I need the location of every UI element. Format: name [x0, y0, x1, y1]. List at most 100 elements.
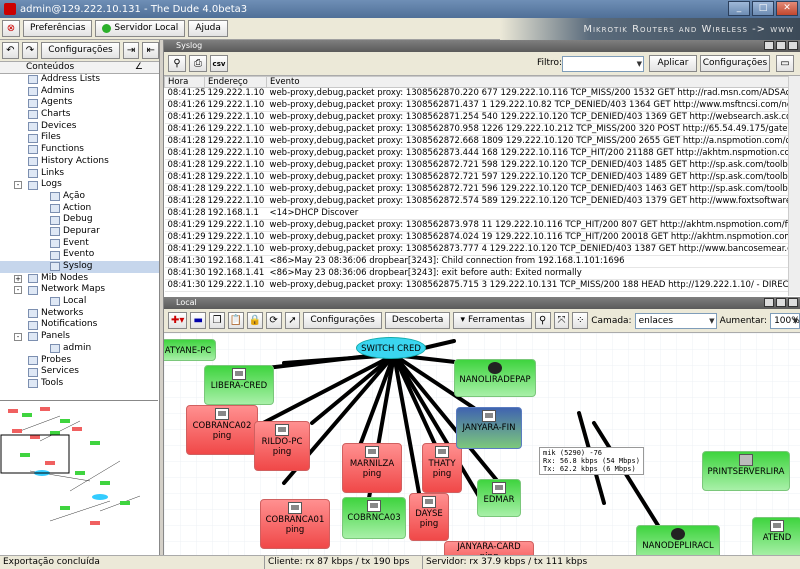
tree-item[interactable]: + Mib Nodes — [0, 273, 159, 285]
column-header[interactable]: Endereço — [204, 76, 267, 88]
tree-item[interactable]: Charts — [0, 109, 159, 121]
tree-expander-icon[interactable]: - — [14, 181, 22, 190]
tree-item[interactable]: Address Lists — [0, 74, 159, 86]
libera-cred-node[interactable]: LIBERA-CRED — [204, 365, 274, 405]
layer-select[interactable]: enlaces — [634, 312, 717, 329]
tree-item[interactable]: Debug — [0, 214, 159, 226]
zoom-select[interactable]: 100% — [770, 312, 800, 329]
paste-icon[interactable]: 📋 — [227, 312, 244, 329]
map-canvas[interactable]: SWITCH CRED ATYANE-PC LIBERA-CRED COBRAN… — [164, 333, 800, 555]
column-header[interactable]: Hora — [164, 76, 205, 88]
local-restore-button[interactable] — [764, 298, 774, 307]
pointer-icon[interactable]: ➚ — [284, 312, 301, 329]
columns-menu-icon[interactable]: ▭ — [776, 55, 794, 72]
fit-icon[interactable]: ⤧ — [553, 312, 570, 329]
table-row[interactable]: 08:41:28 129.222.1.10 web-proxy,debug,pack… — [164, 135, 800, 148]
arrange-icon[interactable]: ⁘ — [572, 312, 589, 329]
tree-item[interactable]: Files — [0, 132, 159, 144]
tree-item[interactable]: Syslog — [0, 261, 159, 273]
tree-item[interactable]: Notifications — [0, 319, 159, 331]
tree-item[interactable]: Functions — [0, 144, 159, 156]
nanodepliracl-node[interactable]: NANODEPLIRACL — [636, 525, 720, 555]
rildo-pc-node[interactable]: RILDO-PC ping — [254, 421, 310, 471]
csv-icon[interactable]: csv — [210, 55, 228, 72]
tree-item[interactable]: Services — [0, 366, 159, 378]
janyara-fin-node[interactable]: JANYARA-FIN — [456, 407, 522, 449]
tree-item[interactable]: Devices — [0, 121, 159, 133]
table-row[interactable]: 08:41:25 129.222.1.10 web-proxy,debug,pack… — [164, 87, 800, 100]
tree-item[interactable]: - Panels — [0, 331, 159, 343]
table-row[interactable]: 08:41:26 129.222.1.10 web-proxy,debug,pack… — [164, 111, 800, 124]
apply-button[interactable]: Aplicar — [649, 55, 697, 72]
table-row[interactable]: 08:41:29 129.222.1.10 web-proxy,debug,pack… — [164, 219, 800, 232]
tree-item[interactable]: - Network Maps — [0, 284, 159, 296]
table-row[interactable]: 08:41:30 192.168.1.41 <86>May 23 08:36:06 … — [164, 255, 800, 268]
discover-button[interactable]: Descoberta — [384, 312, 451, 329]
cobrnca03-node[interactable]: COBRNCA03 — [342, 497, 406, 539]
local-maximize-button[interactable] — [776, 298, 786, 307]
nanoliradepap-node[interactable]: NANOLIRADEPAP — [454, 359, 536, 397]
tree-item[interactable]: Depurar — [0, 226, 159, 238]
tree-item[interactable]: Local — [0, 296, 159, 308]
tree-item[interactable]: History Actions — [0, 156, 159, 168]
import-icon[interactable]: ⇥ — [122, 42, 140, 59]
tree-item[interactable]: Admins — [0, 86, 159, 98]
close-button[interactable]: ✕ — [776, 1, 798, 16]
table-row[interactable]: 08:41:28 129.222.1.10 web-proxy,debug,pack… — [164, 183, 800, 196]
syslog-scrollbar[interactable] — [788, 76, 800, 296]
tools-dropdown[interactable]: ▾ Ferramentas — [453, 312, 532, 329]
export-icon[interactable]: ⇤ — [142, 42, 159, 59]
contents-config-button[interactable]: Configurações — [41, 42, 120, 59]
sort-icon[interactable]: ∠ — [135, 62, 143, 73]
table-row[interactable]: 08:41:28 129.222.1.10 web-proxy,debug,pack… — [164, 159, 800, 172]
syslog-config-button[interactable]: Configurações — [700, 55, 770, 72]
edmar-node[interactable]: EDMAR — [477, 479, 521, 517]
binoculars-icon[interactable]: ⚲ — [168, 55, 186, 72]
printserverlira-node[interactable]: PRINTSERVERLIRA — [702, 451, 790, 491]
back-icon[interactable]: ↶ — [2, 42, 19, 59]
preferences-button[interactable]: Preferências — [23, 20, 93, 37]
tree-expander-icon[interactable]: - — [14, 286, 22, 295]
column-header[interactable]: Evento — [266, 76, 800, 88]
table-row[interactable]: 08:41:26 129.222.1.10 web-proxy,debug,pack… — [164, 99, 800, 112]
table-row[interactable]: 08:41:29 129.222.1.10 web-proxy,debug,pack… — [164, 231, 800, 244]
syslog-restore-button[interactable] — [764, 41, 774, 50]
tree-expander-icon[interactable]: + — [14, 274, 22, 283]
marnilza-node[interactable]: MARNILZA ping — [342, 443, 402, 493]
local-close-button[interactable] — [788, 298, 798, 307]
table-row[interactable]: 08:41:30 129.222.1.10 web-proxy,debug,pack… — [164, 279, 800, 292]
maximize-button[interactable]: □ — [752, 1, 774, 16]
tree-item[interactable]: Networks — [0, 308, 159, 320]
local-server-button[interactable]: Servidor Local — [95, 20, 186, 37]
remove-icon[interactable]: ▬ — [190, 312, 207, 329]
disconnect-icon[interactable]: ⊗ — [2, 20, 20, 37]
tree-expander-icon[interactable]: - — [14, 332, 22, 341]
cobranca02-node[interactable]: COBRANCA02 ping — [186, 405, 258, 455]
janyara-card-node[interactable]: JANYARA-CARD ping — [444, 541, 534, 555]
add-icon[interactable]: ✚▾ — [168, 312, 188, 329]
tree-item[interactable]: Tools — [0, 378, 159, 390]
table-row[interactable]: 08:41:26 129.222.1.10 web-proxy,debug,pack… — [164, 123, 800, 136]
table-row[interactable]: 08:41:28 192.168.1.1 <14>DHCP Discover — [164, 207, 800, 220]
switch-cred-node[interactable]: SWITCH CRED — [356, 337, 426, 359]
map-minimap[interactable] — [0, 400, 158, 553]
tree-item[interactable]: Event — [0, 238, 159, 250]
refresh-icon[interactable]: ⟳ — [265, 312, 282, 329]
table-row[interactable]: 08:41:28 129.222.1.10 web-proxy,debug,pack… — [164, 195, 800, 208]
help-button[interactable]: Ajuda — [188, 20, 228, 37]
tree-item[interactable]: Evento — [0, 249, 159, 261]
forward-icon[interactable]: ↷ — [21, 42, 39, 59]
map-config-button[interactable]: Configurações — [303, 312, 382, 329]
table-row[interactable]: 08:41:28 129.222.1.10 web-proxy,debug,pack… — [164, 147, 800, 160]
tree-item[interactable]: - Logs — [0, 179, 159, 191]
atend-node[interactable]: ATEND — [752, 517, 800, 555]
tree-item[interactable]: Action — [0, 203, 159, 215]
tree-item[interactable]: Links — [0, 168, 159, 180]
syslog-maximize-button[interactable] — [776, 41, 786, 50]
filter-select[interactable] — [562, 56, 644, 72]
atyane-pc-node[interactable]: ATYANE-PC — [164, 339, 216, 361]
tree-item[interactable]: Agents — [0, 97, 159, 109]
map-search-icon[interactable]: ⚲ — [534, 312, 551, 329]
lock-icon[interactable]: 🔒 — [246, 312, 263, 329]
tree-item[interactable]: Ação — [0, 191, 159, 203]
